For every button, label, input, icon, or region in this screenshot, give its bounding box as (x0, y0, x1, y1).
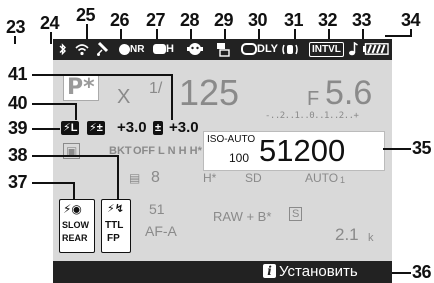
remaining-unit: k (368, 232, 374, 244)
aperture-value: 5.6 (325, 74, 373, 112)
beep-icon (349, 41, 358, 60)
callout-23: 23 (6, 17, 26, 37)
leader-24 (50, 32, 52, 44)
flash-slow-label: SLOW (62, 220, 89, 230)
vibration-reduction-icon (282, 42, 298, 61)
flash-control-icon: ⚡↯ (107, 203, 124, 215)
callout-38: 38 (8, 145, 28, 165)
install-label: Установить (279, 263, 358, 280)
leader-39 (32, 128, 60, 130)
callout-27: 27 (146, 10, 166, 30)
leader-23 (14, 36, 16, 44)
hdr-label: H (166, 43, 174, 55)
shutter-fraction: 1/ (149, 80, 163, 97)
flash-icon (216, 42, 230, 61)
status-bar: NR H DLY INTVL (53, 39, 392, 60)
af-points: 51 (149, 201, 165, 217)
aperture-prefix: F (307, 88, 320, 110)
battery-icon (363, 43, 389, 59)
image-size-box: S (289, 207, 303, 221)
hdr-indicator: H (153, 43, 174, 56)
af-mode: AF-A (145, 223, 177, 239)
nr-label: NR (130, 44, 145, 55)
flash-icon-small: ⚡ (63, 122, 71, 134)
face-detect-icon (187, 42, 203, 60)
mode-x: X (117, 86, 131, 108)
flash-comp-icon: ⚡± (87, 121, 105, 135)
callout-29: 29 (214, 10, 234, 30)
shutter-speed: 125 (179, 72, 240, 113)
callout-31: 31 (284, 10, 304, 30)
callout-30: 30 (248, 10, 268, 30)
callout-34: 34 (401, 10, 421, 30)
leader-40-v (75, 103, 77, 120)
white-balance-label: AUTO (305, 171, 339, 185)
iso-display: ISO-AUTO 100 51200 (203, 131, 385, 171)
release-value: 8 (151, 169, 160, 186)
leader-34 (385, 35, 411, 37)
flash-comp-value: +3.0 (117, 119, 147, 136)
flash-fp-label: FP (107, 233, 120, 244)
callout-28: 28 (180, 10, 200, 30)
iso-base-value: 100 (229, 151, 250, 165)
flash-lock-indicator: ⚡L (61, 121, 80, 135)
interval-label: INTVL (309, 42, 344, 57)
satellite-icon (96, 41, 110, 61)
leader-41-h (32, 74, 172, 76)
hdr-plus-label: H* (203, 171, 217, 185)
leader-37-v (73, 182, 75, 199)
remaining-shots: 2.1 (335, 225, 359, 244)
callout-41: 41 (8, 64, 28, 84)
flash-lock-label: L (70, 122, 78, 134)
iso-auto-label: ISO-AUTO (207, 134, 256, 145)
callout-40: 40 (8, 93, 28, 113)
wifi-icon (75, 42, 89, 60)
callout-33: 33 (352, 10, 372, 30)
long-exposure-nr-indicator: NR (119, 43, 144, 56)
release-mode-icon: ▤ (129, 171, 141, 185)
leader-35 (383, 148, 411, 150)
card-slot-label: SD (245, 171, 262, 185)
callout-36: 36 (412, 262, 432, 282)
exposure-comp-icon: ± (153, 121, 164, 135)
exposure-meter-scale: -..2..1..0..1..2..+ (265, 111, 359, 121)
flash-mode-box: ⚡◉ SLOW REAR (59, 199, 95, 253)
leader-40-h (32, 103, 76, 105)
flash-rear-label: REAR (62, 233, 88, 243)
exposure-mode: P* (63, 75, 99, 101)
bkt-items: OFF L N H H* (133, 145, 202, 157)
bluetooth-icon (58, 43, 67, 60)
callout-25: 25 (76, 5, 96, 25)
flash-control-box: ⚡↯ TTL FP (101, 199, 131, 253)
info-i-icon: i (263, 264, 276, 278)
delay-indicator: DLY (241, 43, 278, 56)
white-balance-sub: 1 (340, 175, 346, 185)
callout-26: 26 (110, 10, 130, 30)
leader-36 (392, 272, 411, 274)
flash-ttl-label: TTL (105, 220, 124, 231)
leader-41-v (171, 74, 173, 120)
callout-32: 32 (318, 10, 338, 30)
dly-label: DLY (257, 43, 278, 55)
callout-39: 39 (8, 118, 28, 138)
callout-37: 37 (8, 172, 28, 192)
callout-24: 24 (40, 13, 60, 33)
iso-value: 51200 (259, 133, 346, 168)
leader-38-h (32, 155, 118, 157)
image-quality: RAW + B* (213, 209, 272, 224)
leader-38-v (117, 155, 119, 199)
callout-35: 35 (412, 138, 432, 158)
leader-37-h (32, 182, 74, 184)
leader-34b (410, 29, 412, 37)
exposure-comp-value: +3.0 (169, 119, 199, 136)
flash-mode-icon: ⚡◉ (63, 202, 82, 216)
